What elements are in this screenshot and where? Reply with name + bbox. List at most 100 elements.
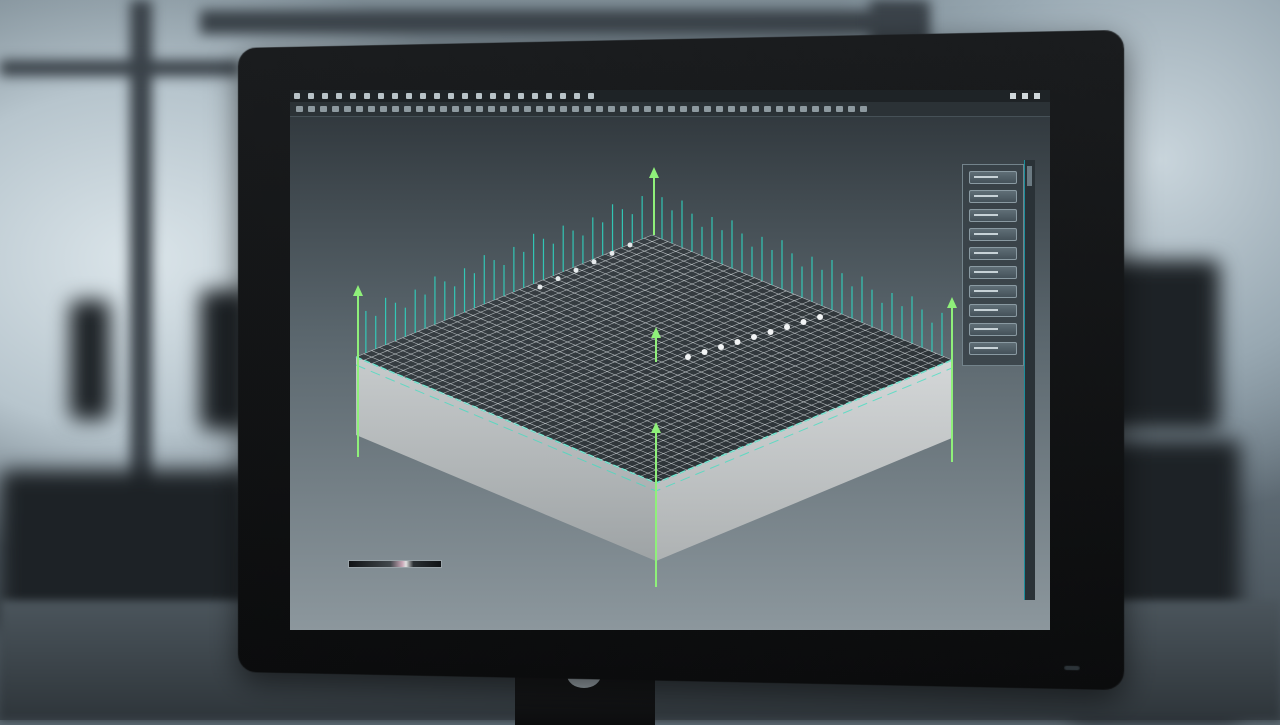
menu-icon[interactable] [588,93,594,99]
window-frame [0,60,240,76]
tool-icon[interactable] [476,106,483,112]
tool-icon[interactable] [380,106,387,112]
menu-icon[interactable] [392,93,398,99]
tool-icon[interactable] [356,106,363,112]
axis-arrow-icon[interactable] [649,167,659,178]
tool-icon[interactable] [512,106,519,112]
tool-icon[interactable] [716,106,723,112]
tool-icon[interactable] [644,106,651,112]
tool-icon[interactable] [692,106,699,112]
tool-icon[interactable] [800,106,807,112]
tool-icon[interactable] [416,106,423,112]
menu-icon[interactable] [350,93,356,99]
tool-icon[interactable] [584,106,591,112]
tool-icon[interactable] [452,106,459,112]
menu-icon[interactable] [504,93,510,99]
minimize-window-control-icon[interactable] [1010,93,1016,99]
viewport-canvas[interactable] [290,117,980,630]
menu-icon[interactable] [364,93,370,99]
tool-icon[interactable] [704,106,711,112]
tool-icon[interactable] [608,106,615,112]
tool-icon[interactable] [524,106,531,112]
tool-icon[interactable] [368,106,375,112]
tool-icon[interactable] [860,106,867,112]
tool-icon[interactable] [620,106,627,112]
menu-icon[interactable] [308,93,314,99]
menu-icon[interactable] [420,93,426,99]
panel-button[interactable] [969,209,1017,222]
menu-icon[interactable] [378,93,384,99]
tool-icon[interactable] [392,106,399,112]
menu-icon[interactable] [434,93,440,99]
menu-icon[interactable] [406,93,412,99]
panel-button-label [974,328,998,330]
tool-icon[interactable] [656,106,663,112]
tool-icon[interactable] [404,106,411,112]
tool-icon[interactable] [632,106,639,112]
tool-icon[interactable] [296,106,303,112]
mesh-node [800,319,807,325]
mesh-node [609,250,615,256]
tool-icon[interactable] [488,106,495,112]
tool-icon[interactable] [548,106,555,112]
tool-icon[interactable] [308,106,315,112]
maximize-window-control-icon[interactable] [1022,93,1028,99]
tool-icon[interactable] [776,106,783,112]
close-window-control-icon[interactable] [1034,93,1040,99]
tool-icon[interactable] [464,106,471,112]
menu-icon[interactable] [462,93,468,99]
tool-icon[interactable] [344,106,351,112]
menu-icon[interactable] [448,93,454,99]
tool-icon[interactable] [332,106,339,112]
3d-viewport[interactable] [290,117,980,630]
tool-icon[interactable] [572,106,579,112]
panel-button[interactable] [969,247,1017,260]
menu-icon[interactable] [490,93,496,99]
tool-icon[interactable] [320,106,327,112]
panel-scrollbar[interactable] [1024,160,1035,600]
mesh-node [734,339,741,345]
tool-icon[interactable] [788,106,795,112]
menu-icon[interactable] [336,93,342,99]
tool-icon[interactable] [752,106,759,112]
mesh-node [701,349,708,355]
tool-icon[interactable] [536,106,543,112]
menu-icon[interactable] [560,93,566,99]
menu-icon[interactable] [532,93,538,99]
panel-button[interactable] [969,266,1017,279]
tool-icon[interactable] [596,106,603,112]
tool-icon[interactable] [812,106,819,112]
tool-icon[interactable] [428,106,435,112]
menu-icon[interactable] [294,93,300,99]
tool-icon[interactable] [848,106,855,112]
ceiling-beam [200,10,920,34]
menu-icon[interactable] [546,93,552,99]
tool-icon[interactable] [680,106,687,112]
axis-arrow-icon[interactable] [947,297,957,308]
tool-icon[interactable] [500,106,507,112]
tool-icon[interactable] [740,106,747,112]
panel-button[interactable] [969,304,1017,317]
menu-icon[interactable] [476,93,482,99]
mesh-node [767,329,774,335]
panel-button-label [974,233,998,235]
panel-button[interactable] [969,285,1017,298]
tool-icon[interactable] [836,106,843,112]
panel-button[interactable] [969,342,1017,355]
panel-button[interactable] [969,323,1017,336]
panel-button[interactable] [969,190,1017,203]
tool-icon[interactable] [668,106,675,112]
menu-icon[interactable] [518,93,524,99]
tool-icon[interactable] [764,106,771,112]
axis-arrow-icon[interactable] [353,285,363,296]
scroll-thumb[interactable] [1027,166,1032,186]
tool-icon[interactable] [728,106,735,112]
menu-icon[interactable] [322,93,328,99]
menu-icon[interactable] [574,93,580,99]
tool-icon[interactable] [440,106,447,112]
tool-icon[interactable] [560,106,567,112]
panel-button-label [974,309,998,311]
panel-button[interactable] [969,171,1017,184]
tool-icon[interactable] [824,106,831,112]
panel-button[interactable] [969,228,1017,241]
